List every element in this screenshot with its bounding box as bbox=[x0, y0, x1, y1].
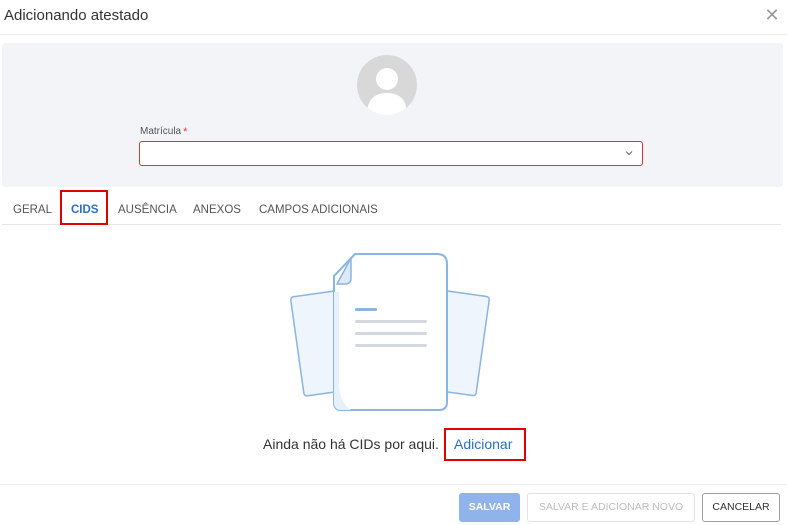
chevron-down-icon bbox=[625, 151, 633, 156]
empty-state-message: Ainda não há CIDs por aqui. bbox=[263, 436, 439, 452]
tab-geral[interactable]: GERAL bbox=[13, 196, 52, 224]
footer-divider bbox=[0, 484, 787, 485]
matricula-label-text: Matrícula bbox=[140, 126, 182, 137]
matricula-label: Matrícula * bbox=[140, 126, 187, 138]
user-avatar-icon bbox=[357, 55, 417, 115]
modal-title: Adicionando atestado bbox=[4, 7, 149, 24]
close-icon[interactable]: ✕ bbox=[764, 6, 780, 24]
empty-documents-icon bbox=[290, 253, 491, 411]
tab-anexos[interactable]: ANEXOS bbox=[193, 196, 241, 224]
add-cid-link[interactable]: Adicionar bbox=[454, 436, 512, 452]
required-mark: * bbox=[183, 126, 188, 138]
tab-cids[interactable]: CIDS bbox=[71, 196, 98, 224]
matricula-select[interactable] bbox=[139, 141, 643, 166]
tab-ausencia[interactable]: AUSÊNCIA bbox=[118, 196, 177, 224]
cancel-button[interactable]: CANCELAR bbox=[702, 493, 780, 522]
title-divider bbox=[0, 34, 787, 35]
tab-bar: GERAL CIDS AUSÊNCIA ANEXOS CAMPOS ADICIO… bbox=[2, 196, 781, 225]
save-and-add-new-button[interactable]: SALVAR E ADICIONAR NOVO bbox=[527, 493, 695, 522]
save-button[interactable]: SALVAR bbox=[459, 493, 520, 522]
tab-campos-adicionais[interactable]: CAMPOS ADICIONAIS bbox=[259, 196, 378, 224]
